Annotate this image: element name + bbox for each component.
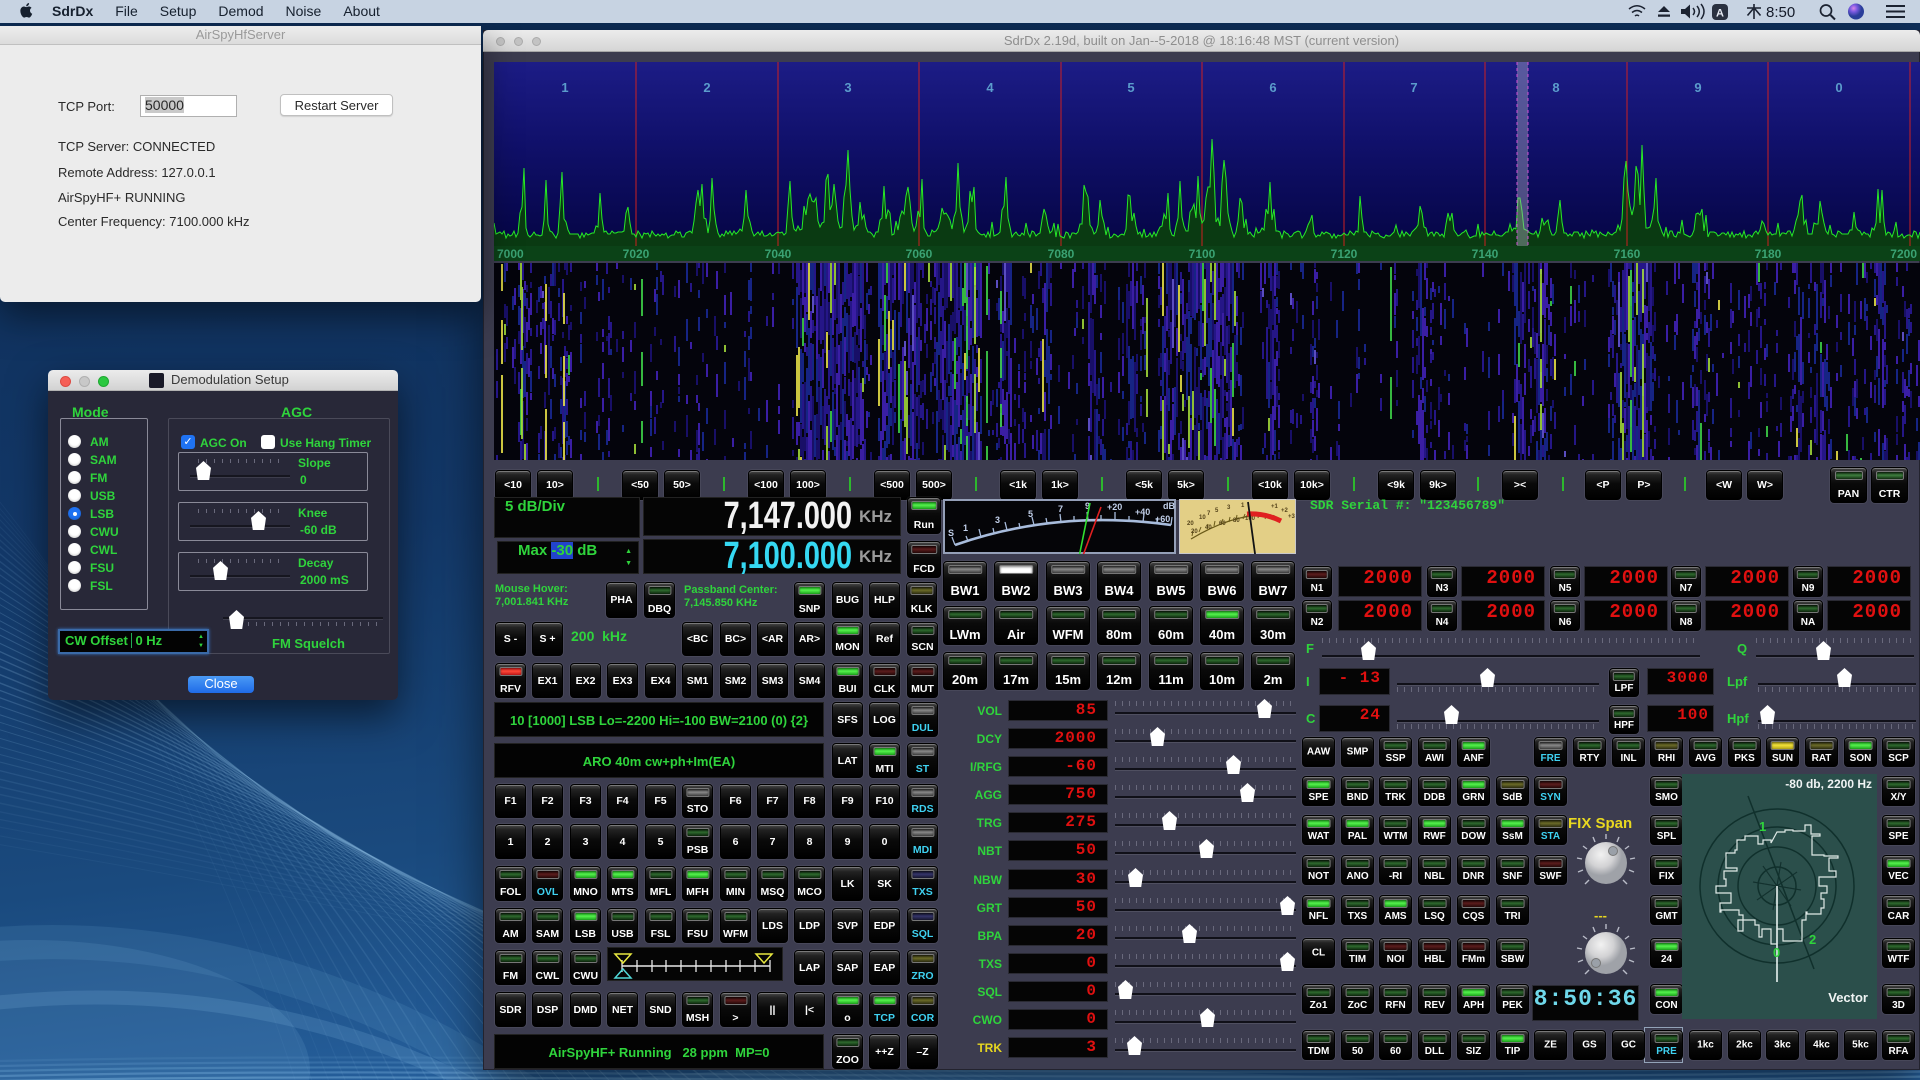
svg-text:3: 3 bbox=[995, 515, 1000, 525]
svg-text:80: 80 bbox=[1233, 518, 1240, 524]
svg-text:40: 40 bbox=[1205, 525, 1212, 531]
svg-text:1: 1 bbox=[561, 80, 568, 95]
svg-text:7: 7 bbox=[1410, 80, 1417, 95]
svg-text:7: 7 bbox=[1058, 504, 1063, 514]
svg-text:8:50: 8:50 bbox=[1766, 4, 1795, 21]
svg-text:dB: dB bbox=[1163, 501, 1175, 511]
svg-text:60: 60 bbox=[1219, 521, 1226, 527]
svg-text:7020: 7020 bbox=[623, 247, 650, 261]
svg-text:1: 1 bbox=[963, 523, 968, 533]
svg-text:1: 1 bbox=[1759, 819, 1766, 834]
svg-text:3: 3 bbox=[844, 80, 851, 95]
svg-text:7060: 7060 bbox=[906, 247, 933, 261]
svg-text:10: 10 bbox=[1199, 515, 1206, 521]
svg-text:+60: +60 bbox=[1155, 514, 1170, 524]
svg-text:A: A bbox=[1716, 8, 1724, 20]
svg-text:2: 2 bbox=[1809, 932, 1816, 947]
svg-text:7200: 7200 bbox=[1890, 247, 1917, 261]
svg-text:9: 9 bbox=[1694, 80, 1701, 95]
svg-text:2: 2 bbox=[703, 80, 710, 95]
svg-text:5: 5 bbox=[1028, 509, 1033, 519]
svg-text:+3: +3 bbox=[1288, 514, 1296, 520]
svg-text:7160: 7160 bbox=[1614, 247, 1641, 261]
svg-text:4: 4 bbox=[986, 80, 994, 95]
svg-text:7140: 7140 bbox=[1472, 247, 1499, 261]
svg-text:8: 8 bbox=[1552, 80, 1559, 95]
svg-text:0: 0 bbox=[1773, 945, 1780, 960]
svg-text:S: S bbox=[948, 528, 954, 538]
svg-text:+40: +40 bbox=[1135, 507, 1150, 517]
svg-text:+1: +1 bbox=[1271, 504, 1279, 510]
svg-text:6: 6 bbox=[1269, 80, 1276, 95]
svg-text:-80 db, 2200 Hz: -80 db, 2200 Hz bbox=[1785, 777, 1872, 791]
svg-text:20: 20 bbox=[1187, 521, 1194, 527]
svg-text:7120: 7120 bbox=[1331, 247, 1358, 261]
svg-text:7100: 7100 bbox=[1189, 247, 1216, 261]
svg-text:7180: 7180 bbox=[1755, 247, 1782, 261]
svg-text:20: 20 bbox=[1191, 529, 1198, 535]
svg-text:7000: 7000 bbox=[497, 247, 524, 261]
svg-text:Vector: Vector bbox=[1828, 990, 1868, 1005]
svg-text:+20: +20 bbox=[1107, 502, 1122, 512]
svg-text:0: 0 bbox=[1835, 80, 1842, 95]
svg-text:7080: 7080 bbox=[1048, 247, 1075, 261]
svg-text:5: 5 bbox=[1127, 80, 1134, 95]
svg-text:7040: 7040 bbox=[765, 247, 792, 261]
